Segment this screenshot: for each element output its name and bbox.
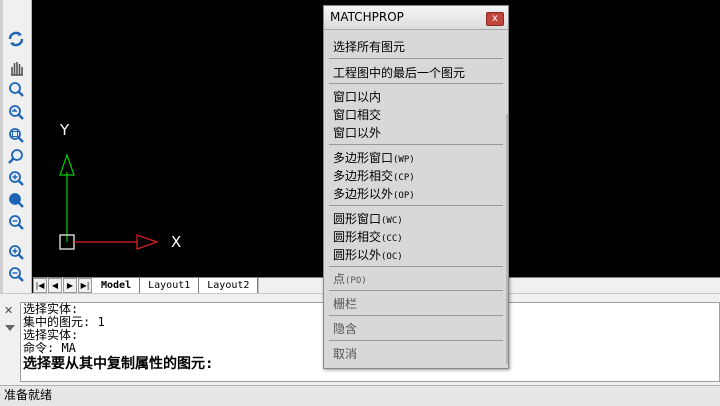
last-tab-button[interactable]: ▶| <box>78 278 92 293</box>
zoom-realtime-icon[interactable] <box>6 79 26 99</box>
popup-title-bar[interactable]: MATCHPROP x <box>324 6 508 30</box>
menu-item-circle-outside[interactable]: 圆形以外(OC) <box>333 246 403 263</box>
next-tab-button[interactable]: ▶ <box>63 278 77 293</box>
menu-item-cancel[interactable]: 取消 <box>333 345 357 362</box>
pan-hand-icon[interactable] <box>6 58 26 78</box>
zoom-window-icon[interactable] <box>6 125 26 145</box>
tab-layout2[interactable]: Layout2 <box>199 278 259 293</box>
menu-item-polygon-window[interactable]: 多边形窗口(WP) <box>333 149 415 166</box>
menu-separator <box>329 315 503 316</box>
popup-title: MATCHPROP <box>330 10 404 24</box>
status-bar: 准备就绪 <box>0 385 720 406</box>
zoom-in-icon[interactable] <box>6 168 26 188</box>
menu-item-window-crossing[interactable]: 窗口相交 <box>333 106 381 123</box>
menu-separator <box>329 83 503 84</box>
close-icon[interactable]: ✕ <box>4 304 13 317</box>
view-toolbar <box>0 0 32 296</box>
x-axis-arrow <box>136 234 159 250</box>
toolbar-grip[interactable] <box>0 0 3 296</box>
menu-item-fence[interactable]: 栅栏 <box>333 295 357 312</box>
menu-item-circle-window[interactable]: 圆形窗口(WC) <box>333 210 403 227</box>
x-axis-label: X <box>171 233 182 251</box>
tab-layout1[interactable]: Layout1 <box>140 278 200 293</box>
menu-item-implied[interactable]: 隐含 <box>333 320 357 337</box>
menu-item-point[interactable]: 点(PO) <box>333 270 367 287</box>
zoom-scale-icon[interactable] <box>6 190 26 210</box>
menu-item-last-entity[interactable]: 工程图中的最后一个图元 <box>333 64 465 81</box>
menu-item-window-outside[interactable]: 窗口以外 <box>333 124 381 141</box>
popup-scroll-edge <box>506 114 508 364</box>
command-window-controls: ✕ <box>0 301 20 385</box>
menu-item-select-all[interactable]: 选择所有图元 <box>333 38 405 55</box>
tab-model[interactable]: Model <box>93 278 141 293</box>
popup-close-button[interactable]: x <box>486 12 504 26</box>
zoom-dynamic-icon[interactable] <box>6 147 26 167</box>
menu-separator <box>329 266 503 267</box>
menu-separator <box>329 205 503 206</box>
y-axis-label: Y <box>60 121 70 139</box>
first-tab-button[interactable]: |◀ <box>33 278 47 293</box>
zoom-minus-icon[interactable] <box>6 264 26 284</box>
menu-separator <box>329 340 503 341</box>
regen-icon[interactable] <box>6 29 26 49</box>
zoom-previous-icon[interactable] <box>6 102 26 122</box>
menu-item-polygon-crossing[interactable]: 多边形相交(CP) <box>333 167 415 184</box>
menu-separator <box>329 58 503 59</box>
menu-separator <box>329 144 503 145</box>
menu-item-window-inside[interactable]: 窗口以内 <box>333 88 381 105</box>
dropdown-arrow-icon[interactable] <box>5 325 15 331</box>
menu-item-circle-crossing[interactable]: 圆形相交(CC) <box>333 228 403 245</box>
menu-item-polygon-outside[interactable]: 多边形以外(OP) <box>333 185 415 202</box>
prev-tab-button[interactable]: ◀ <box>48 278 62 293</box>
zoom-plus-icon[interactable] <box>6 242 26 262</box>
zoom-extents-icon[interactable] <box>6 212 26 232</box>
menu-separator <box>329 290 503 291</box>
matchprop-popup: MATCHPROP x 选择所有图元 工程图中的最后一个图元 窗口以内 窗口相交… <box>323 5 509 369</box>
